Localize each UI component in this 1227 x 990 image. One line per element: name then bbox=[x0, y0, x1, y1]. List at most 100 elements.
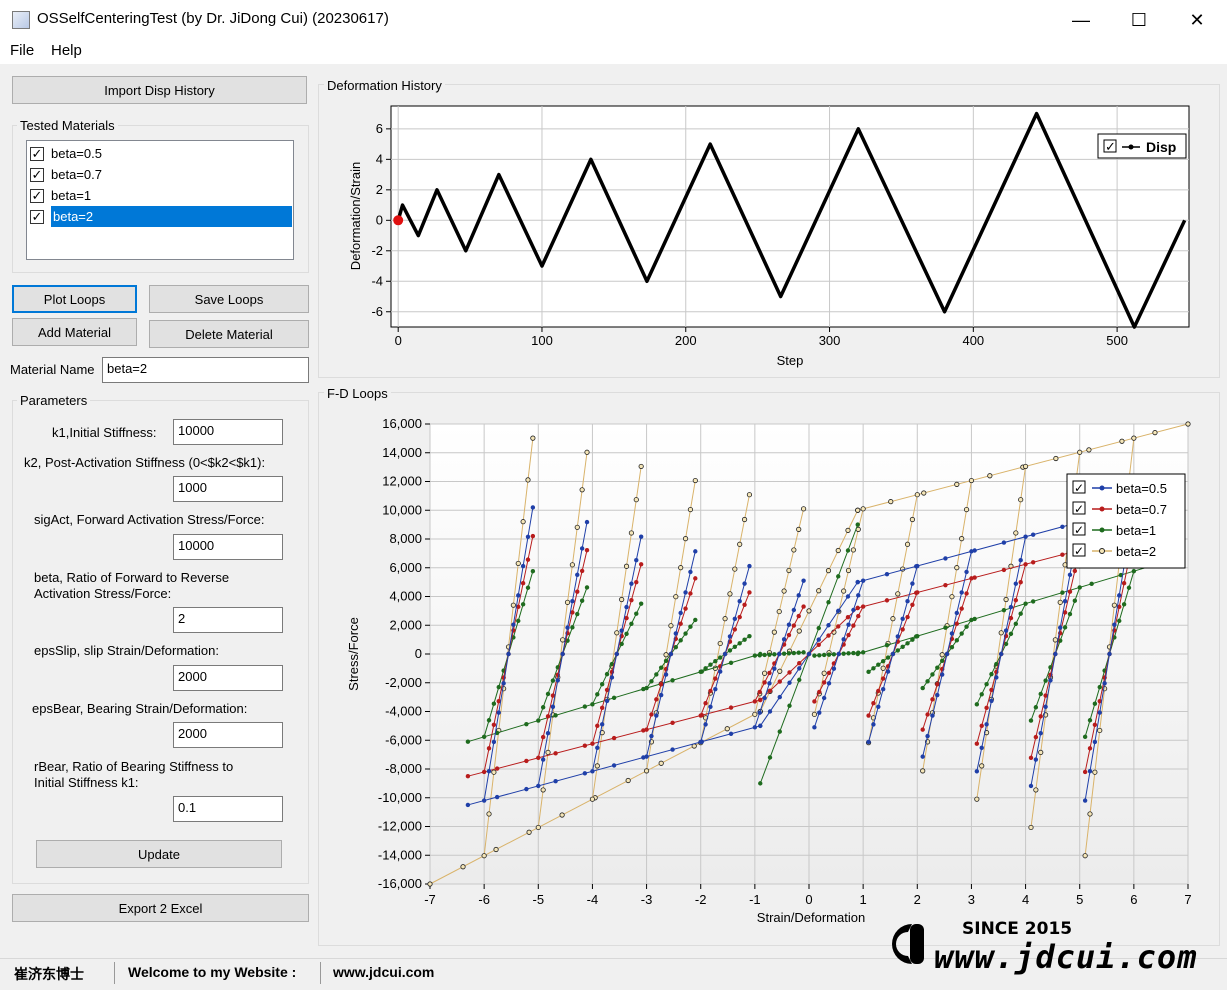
data-point bbox=[752, 725, 758, 730]
import-disp-history-button[interactable]: Import Disp History bbox=[12, 76, 307, 104]
data-point bbox=[728, 705, 734, 710]
data-point bbox=[905, 599, 910, 604]
data-point bbox=[812, 699, 817, 704]
data-point bbox=[1053, 455, 1059, 462]
data-point bbox=[486, 769, 492, 774]
y-axis-label: Deformation/Strain bbox=[348, 162, 363, 270]
material-name-input[interactable]: beta=2 bbox=[102, 357, 309, 383]
data-point bbox=[1013, 581, 1019, 586]
legend[interactable]: ✓ Disp bbox=[1097, 133, 1187, 159]
data-point bbox=[890, 616, 896, 622]
data-point bbox=[817, 710, 822, 715]
k1-input[interactable]: 10000 bbox=[173, 419, 283, 445]
legend-label: beta=1 bbox=[1116, 523, 1156, 538]
data-point bbox=[1097, 727, 1103, 734]
data-point bbox=[683, 631, 688, 636]
y-tick-label: 10,000 bbox=[382, 502, 422, 517]
data-point bbox=[796, 526, 802, 532]
maximize-button[interactable]: ☐ bbox=[1110, 0, 1168, 40]
data-point bbox=[670, 720, 675, 726]
checkbox[interactable]: ✓ bbox=[30, 167, 44, 182]
data-point bbox=[673, 644, 679, 650]
legend[interactable]: ✓ beta=0.5 ✓ beta=0.7 ✓ beta=1 ✓ beta=2 bbox=[1066, 473, 1186, 569]
add-material-button[interactable]: Add Material bbox=[12, 318, 137, 346]
data-point bbox=[634, 611, 639, 616]
data-point bbox=[1087, 718, 1093, 723]
y-tick-label: 0 bbox=[415, 646, 422, 661]
data-point bbox=[826, 681, 832, 686]
data-point bbox=[925, 679, 930, 684]
data-point bbox=[481, 769, 487, 775]
data-point bbox=[525, 477, 531, 483]
data-point bbox=[816, 588, 822, 594]
save-loops-button[interactable]: Save Loops bbox=[149, 285, 309, 313]
data-point bbox=[553, 713, 558, 718]
data-point bbox=[589, 796, 596, 802]
data-point bbox=[786, 567, 792, 574]
data-point bbox=[582, 771, 588, 776]
data-point bbox=[693, 549, 698, 554]
data-point bbox=[1043, 678, 1048, 683]
y-tick-label: 6,000 bbox=[389, 560, 422, 575]
data-point bbox=[742, 581, 747, 586]
data-point bbox=[796, 628, 802, 634]
data-point bbox=[921, 490, 927, 496]
menu-file[interactable]: File bbox=[10, 42, 34, 59]
x-tick-label: 0 bbox=[395, 333, 402, 348]
plot-loops-button[interactable]: Plot Loops bbox=[12, 285, 137, 313]
data-point bbox=[481, 853, 487, 859]
checkbox[interactable]: ✓ bbox=[30, 188, 44, 203]
data-point bbox=[767, 709, 773, 714]
k2-input[interactable]: 1000 bbox=[173, 476, 283, 502]
data-point bbox=[856, 650, 861, 655]
data-point bbox=[629, 581, 634, 586]
menu-help[interactable]: Help bbox=[51, 42, 82, 59]
data-point bbox=[553, 751, 558, 756]
data-point bbox=[673, 594, 679, 600]
material-item-beta-0-7[interactable]: ✓ beta=0.7 bbox=[30, 164, 294, 185]
minimize-button[interactable]: — bbox=[1052, 0, 1110, 40]
legend-marker bbox=[1099, 548, 1105, 554]
data-point bbox=[935, 692, 940, 698]
data-point bbox=[989, 671, 994, 677]
material-item-beta-1[interactable]: ✓ beta=1 bbox=[30, 185, 294, 206]
data-point bbox=[1112, 622, 1117, 627]
data-point bbox=[565, 625, 570, 630]
delete-material-button[interactable]: Delete Material bbox=[149, 320, 309, 348]
data-point bbox=[816, 642, 821, 647]
epsslip-input[interactable]: 2000 bbox=[173, 665, 283, 691]
material-item-beta-0-5[interactable]: ✓ beta=0.5 bbox=[30, 143, 294, 164]
material-item-beta-2[interactable]: ✓ beta=2 bbox=[30, 206, 292, 227]
data-point bbox=[536, 783, 541, 789]
status-url[interactable]: www.jdcui.com bbox=[333, 964, 434, 980]
data-point bbox=[584, 585, 590, 590]
close-button[interactable]: ✕ bbox=[1168, 0, 1226, 40]
data-point bbox=[801, 604, 806, 609]
data-point bbox=[752, 711, 758, 717]
data-point bbox=[747, 633, 752, 639]
export-excel-button[interactable]: Export 2 Excel bbox=[12, 894, 309, 922]
rbear-input[interactable]: 0.1 bbox=[173, 796, 283, 822]
data-point bbox=[845, 548, 851, 553]
epsbear-input[interactable]: 2000 bbox=[173, 722, 283, 748]
data-point bbox=[757, 689, 762, 695]
data-point bbox=[540, 787, 546, 793]
data-point bbox=[737, 641, 742, 646]
sigact-input[interactable]: 10000 bbox=[173, 534, 283, 560]
beta-input[interactable]: 2 bbox=[173, 607, 283, 633]
data-point bbox=[658, 760, 664, 766]
data-point bbox=[575, 611, 580, 617]
x-tick-label: 4 bbox=[1022, 892, 1029, 907]
data-point bbox=[984, 682, 989, 687]
data-point bbox=[732, 566, 738, 572]
data-point bbox=[722, 616, 728, 622]
data-point bbox=[1097, 684, 1102, 690]
checkbox[interactable]: ✓ bbox=[30, 209, 44, 224]
update-button[interactable]: Update bbox=[36, 840, 282, 868]
checkbox[interactable]: ✓ bbox=[30, 146, 44, 161]
data-point bbox=[758, 723, 763, 729]
material-label: beta=0.7 bbox=[51, 167, 102, 182]
legend-label: beta=0.7 bbox=[1116, 502, 1167, 517]
data-point bbox=[812, 725, 817, 730]
data-point bbox=[777, 729, 782, 734]
